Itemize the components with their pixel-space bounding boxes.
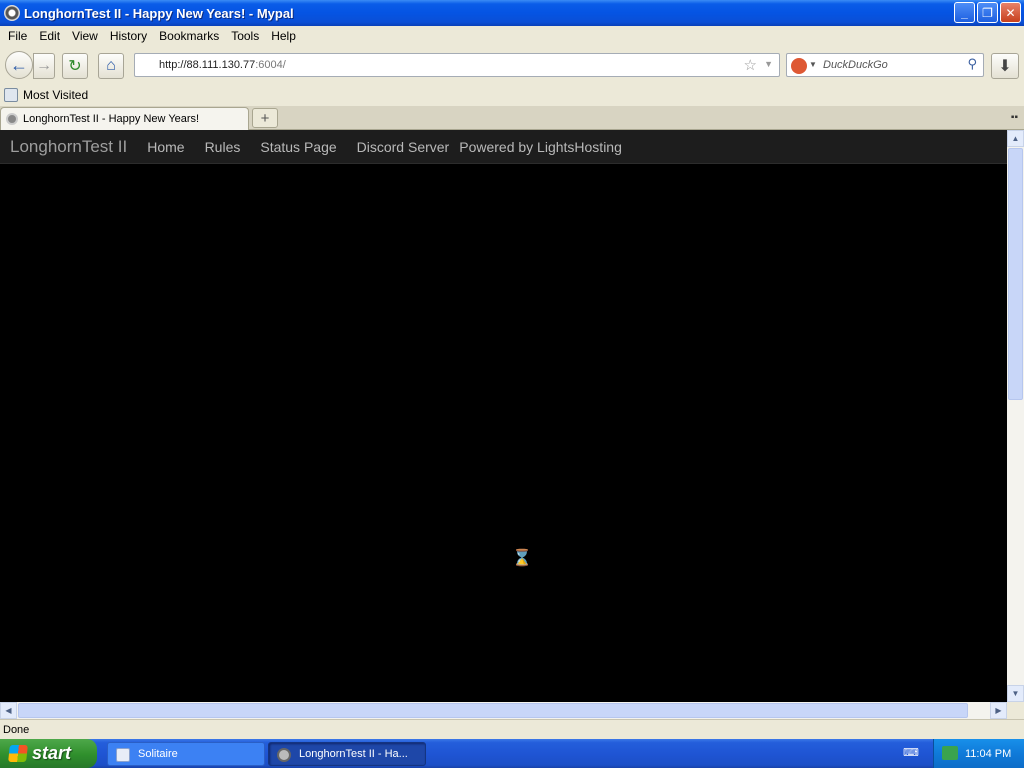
clock[interactable]: 11:04 PM: [965, 748, 1011, 760]
maximize-button[interactable]: ❐: [977, 2, 998, 23]
site-navbar: LonghornTest II Home Rules Status Page D…: [0, 130, 1007, 164]
scroll-left-arrow-icon[interactable]: ◀: [0, 702, 17, 719]
close-button[interactable]: ✕: [1000, 2, 1021, 23]
vertical-scrollbar[interactable]: ▲ ▼: [1007, 130, 1024, 702]
menu-view[interactable]: View: [66, 29, 104, 43]
solitaire-icon: [116, 748, 130, 762]
home-button[interactable]: ⌂: [98, 53, 124, 79]
taskbar-item-label: Solitaire: [138, 748, 178, 760]
menu-bookmarks[interactable]: Bookmarks: [153, 29, 225, 43]
window-title: LonghornTest II - Happy New Years! - Myp…: [24, 5, 294, 21]
keyboard-language-icon[interactable]: ⌨: [903, 746, 919, 760]
menu-bar: File Edit View History Bookmarks Tools H…: [0, 26, 1024, 46]
downloads-button[interactable]: ⬇: [991, 53, 1019, 79]
menu-file[interactable]: File: [2, 29, 33, 43]
menu-tools[interactable]: Tools: [225, 29, 265, 43]
forward-arrow-icon: →: [36, 57, 52, 74]
start-button[interactable]: start: [0, 739, 97, 768]
forward-button[interactable]: →: [33, 53, 55, 79]
tab-title: LonghornTest II - Happy New Years!: [23, 113, 200, 125]
menu-history[interactable]: History: [104, 29, 153, 43]
tab-list-icon[interactable]: ▪▪: [1011, 112, 1018, 123]
search-icon[interactable]: ⚲: [967, 56, 977, 72]
url-port: :6004/: [255, 59, 286, 71]
status-bar: Done: [0, 719, 1024, 739]
most-visited-icon: [4, 88, 18, 102]
minimize-button[interactable]: _: [954, 2, 975, 23]
site-brand[interactable]: LonghornTest II: [10, 137, 127, 157]
tab-favicon-icon: [6, 113, 18, 125]
scroll-right-arrow-icon[interactable]: ▶: [990, 702, 1007, 719]
nav-link-home[interactable]: Home: [147, 139, 184, 155]
back-arrow-icon: ←: [10, 54, 28, 75]
back-button[interactable]: ←: [5, 51, 33, 79]
busy-cursor-icon: ⌛: [512, 550, 532, 567]
taskbar-item-browser[interactable]: LonghornTest II - Ha...: [268, 742, 426, 766]
url-bar[interactable]: http://88.111.130.77:6004/ ☆ ▼: [134, 53, 780, 77]
url-dropdown-icon[interactable]: ▼: [764, 59, 773, 69]
status-text: Done: [3, 723, 30, 736]
mypal-taskbar-icon: [277, 748, 291, 762]
taskbar-item-label: LonghornTest II - Ha...: [299, 748, 408, 760]
search-bar[interactable]: ▼ DuckDuckGo ⚲: [786, 53, 984, 77]
search-engine-dropdown-icon[interactable]: ▼: [809, 60, 817, 69]
nav-link-status-page[interactable]: Status Page: [260, 139, 336, 155]
mypal-app-icon: [4, 5, 20, 21]
scroll-up-arrow-icon[interactable]: ▲: [1007, 130, 1024, 147]
bookmarks-toolbar: Most Visited: [0, 84, 1024, 106]
duckduckgo-icon[interactable]: [791, 58, 807, 74]
download-arrow-icon: ⬇: [998, 58, 1012, 75]
taskbar-item-solitaire[interactable]: Solitaire: [107, 742, 265, 766]
powered-by-text: Powered by LightsHosting: [459, 138, 622, 155]
menu-help[interactable]: Help: [265, 29, 302, 43]
tab-longhorntest[interactable]: LonghornTest II - Happy New Years!: [0, 107, 249, 130]
start-label: start: [32, 743, 72, 763]
horizontal-scroll-thumb[interactable]: [18, 703, 968, 718]
nav-link-discord-server[interactable]: Discord Server: [357, 139, 450, 155]
reload-button[interactable]: ↻: [62, 53, 88, 79]
vertical-scroll-thumb[interactable]: [1008, 148, 1023, 400]
menu-edit[interactable]: Edit: [33, 29, 66, 43]
navigation-toolbar: ← → ↻ ⌂ http://88.111.130.77:6004/ ☆ ▼ ▼…: [0, 46, 1024, 84]
system-tray: 11:04 PM: [933, 739, 1024, 768]
url-host: http://88.111.130.77: [159, 59, 256, 71]
scrollbar-corner: [1007, 702, 1024, 719]
scroll-down-arrow-icon[interactable]: ▼: [1007, 685, 1024, 702]
windows-taskbar: start Solitaire LonghornTest II - Ha... …: [0, 739, 1024, 768]
windows-flag-icon: [8, 745, 28, 762]
bookmark-star-icon[interactable]: ☆: [744, 56, 757, 74]
new-tab-button[interactable]: +: [252, 108, 278, 128]
nav-link-rules[interactable]: Rules: [205, 139, 241, 155]
page-content: LonghornTest II Home Rules Status Page D…: [0, 130, 1007, 702]
network-tray-icon[interactable]: [942, 746, 958, 760]
home-icon: ⌂: [106, 57, 116, 74]
search-placeholder: DuckDuckGo: [823, 59, 888, 71]
tab-strip: LonghornTest II - Happy New Years! + ▪▪: [0, 106, 1024, 130]
reload-icon: ↻: [68, 58, 82, 75]
bookmark-most-visited[interactable]: Most Visited: [23, 88, 88, 102]
window-titlebar: LonghornTest II - Happy New Years! - Myp…: [0, 0, 1024, 26]
horizontal-scrollbar[interactable]: ◀ ▶: [0, 702, 1007, 719]
